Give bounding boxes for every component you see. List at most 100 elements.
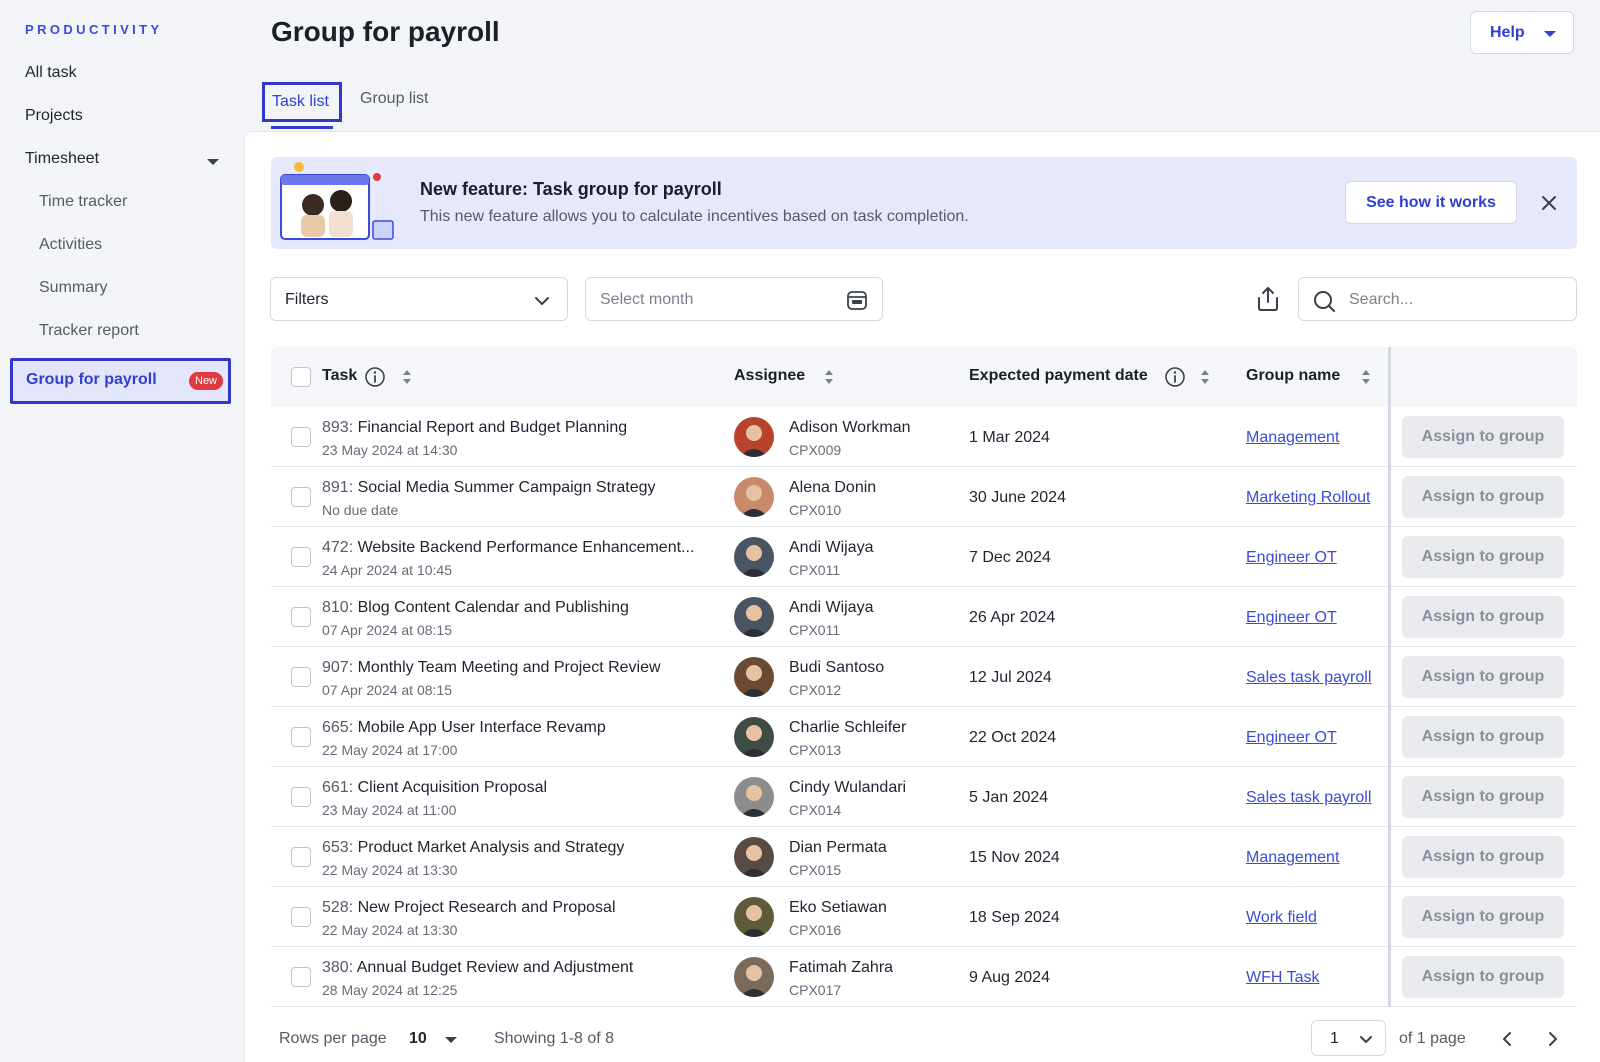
task-number: 528: [322, 899, 354, 916]
assign-to-group-button[interactable]: Assign to group [1402, 956, 1564, 998]
sort-icon[interactable] [1199, 368, 1211, 386]
info-icon[interactable] [364, 366, 386, 388]
table-row: 810: Blog Content Calendar and Publishin… [271, 587, 1577, 647]
row-checkbox[interactable] [291, 547, 311, 567]
page-value: 1 [1330, 1030, 1339, 1047]
close-icon[interactable] [1537, 191, 1561, 215]
group-name-link[interactable]: Engineer OT [1246, 729, 1337, 747]
chevron-right-icon[interactable] [1543, 1030, 1561, 1048]
task-name: Mobile App User Interface Revamp [357, 719, 606, 736]
sidebar-item-group-for-payroll[interactable]: Group for payroll New [10, 358, 231, 404]
assignee-id: CPX013 [789, 742, 842, 758]
see-how-it-works-button[interactable]: See how it works [1345, 181, 1517, 224]
row-checkbox[interactable] [291, 967, 311, 987]
table-row: 653: Product Market Analysis and Strateg… [271, 827, 1577, 887]
sort-icon[interactable] [401, 368, 413, 386]
expected-payment-date: 1 Mar 2024 [969, 429, 1050, 446]
row-checkbox[interactable] [291, 427, 311, 447]
caret-down-icon[interactable] [207, 159, 219, 165]
column-header-assignee[interactable]: Assignee [734, 367, 805, 385]
assignee-name: Andi Wijaya [789, 539, 874, 556]
select-month-field[interactable]: Select month [585, 277, 883, 321]
group-name-link[interactable]: Management [1246, 849, 1339, 867]
sidebar-item-timesheet[interactable]: Timesheet [25, 147, 99, 171]
group-name-link[interactable]: Work field [1246, 909, 1317, 927]
group-name-link[interactable]: Engineer OT [1246, 609, 1337, 627]
sticky-column-divider [1388, 347, 1391, 1007]
task-title[interactable]: 528: New Project Research and Proposal [322, 899, 616, 917]
task-title[interactable]: 472: Website Backend Performance Enhance… [322, 539, 694, 557]
assign-to-group-button[interactable]: Assign to group [1402, 896, 1564, 938]
row-checkbox[interactable] [291, 607, 311, 627]
help-button[interactable]: Help [1470, 11, 1574, 54]
row-checkbox[interactable] [291, 727, 311, 747]
expected-payment-date: 26 Apr 2024 [969, 609, 1056, 626]
task-due: 24 Apr 2024 at 10:45 [322, 562, 452, 578]
assign-to-group-button[interactable]: Assign to group [1402, 776, 1564, 818]
group-name-link[interactable]: Management [1246, 429, 1339, 447]
task-title[interactable]: 661: Client Acquisition Proposal [322, 779, 547, 797]
task-title[interactable]: 380: Annual Budget Review and Adjustment [322, 959, 633, 977]
table-row: 472: Website Backend Performance Enhance… [271, 527, 1577, 587]
avatar [734, 417, 774, 457]
column-header-expected-payment-date[interactable]: Expected payment date [969, 367, 1148, 385]
sidebar-item-all-task[interactable]: All task [25, 61, 77, 85]
group-name-link[interactable]: Sales task payroll [1246, 669, 1371, 687]
sidebar-item-projects[interactable]: Projects [25, 104, 83, 128]
assign-to-group-button[interactable]: Assign to group [1402, 476, 1564, 518]
task-title[interactable]: 893: Financial Report and Budget Plannin… [322, 419, 627, 437]
filters-dropdown[interactable]: Filters [270, 277, 568, 321]
tab-label: Task list [272, 93, 329, 110]
row-checkbox[interactable] [291, 487, 311, 507]
task-title[interactable]: 653: Product Market Analysis and Strateg… [322, 839, 624, 857]
table-row: 893: Financial Report and Budget Plannin… [271, 407, 1577, 467]
tab-task-list[interactable]: Task list [262, 82, 342, 122]
sidebar-item-time-tracker[interactable]: Time tracker [39, 190, 127, 214]
expected-payment-date: 18 Sep 2024 [969, 909, 1060, 926]
task-number: 665: [322, 719, 354, 736]
assign-to-group-button[interactable]: Assign to group [1402, 416, 1564, 458]
assign-to-group-button[interactable]: Assign to group [1402, 836, 1564, 878]
page-select[interactable]: 1 [1311, 1020, 1386, 1056]
task-number: 472: [322, 539, 354, 556]
task-number: 891: [322, 479, 354, 496]
task-title[interactable]: 810: Blog Content Calendar and Publishin… [322, 599, 629, 617]
assign-to-group-button[interactable]: Assign to group [1402, 656, 1564, 698]
sidebar-item-tracker-report[interactable]: Tracker report [39, 319, 139, 343]
task-due: 22 May 2024 at 13:30 [322, 922, 458, 938]
column-header-task[interactable]: Task [322, 367, 357, 385]
export-icon[interactable] [1254, 285, 1282, 313]
sort-icon[interactable] [1360, 368, 1372, 386]
table-row: 665: Mobile App User Interface Revamp 22 … [271, 707, 1577, 767]
assignee-id: CPX016 [789, 922, 842, 938]
row-checkbox[interactable] [291, 667, 311, 687]
tab-group-list[interactable]: Group list [360, 90, 428, 108]
group-name-link[interactable]: Engineer OT [1246, 549, 1337, 567]
expected-payment-date: 15 Nov 2024 [969, 849, 1060, 866]
select-all-checkbox[interactable] [291, 367, 311, 387]
task-title[interactable]: 907: Monthly Team Meeting and Project Re… [322, 659, 661, 677]
task-name: Product Market Analysis and Strategy [357, 839, 625, 856]
column-header-group-name[interactable]: Group name [1246, 367, 1340, 385]
task-title[interactable]: 891: Social Media Summer Campaign Strate… [322, 479, 656, 497]
row-checkbox[interactable] [291, 787, 311, 807]
assign-to-group-button[interactable]: Assign to group [1402, 596, 1564, 638]
assign-to-group-button[interactable]: Assign to group [1402, 536, 1564, 578]
rows-per-page-select[interactable]: 10 [409, 1030, 427, 1048]
avatar [734, 777, 774, 817]
row-checkbox[interactable] [291, 847, 311, 867]
group-name-link[interactable]: Marketing Rollout [1246, 489, 1371, 507]
assignee-id: CPX010 [789, 502, 842, 518]
chevron-left-icon[interactable] [1499, 1030, 1517, 1048]
group-name-link[interactable]: WFH Task [1246, 969, 1319, 987]
assign-to-group-button[interactable]: Assign to group [1402, 716, 1564, 758]
row-checkbox[interactable] [291, 907, 311, 927]
info-icon[interactable] [1164, 366, 1186, 388]
caret-down-icon[interactable] [445, 1037, 457, 1043]
sort-icon[interactable] [823, 368, 835, 386]
group-name-link[interactable]: Sales task payroll [1246, 789, 1371, 807]
search-input[interactable] [1349, 288, 1559, 312]
task-title[interactable]: 665: Mobile App User Interface Revamp [322, 719, 606, 737]
sidebar-item-summary[interactable]: Summary [39, 276, 107, 300]
sidebar-item-activities[interactable]: Activities [39, 233, 102, 257]
